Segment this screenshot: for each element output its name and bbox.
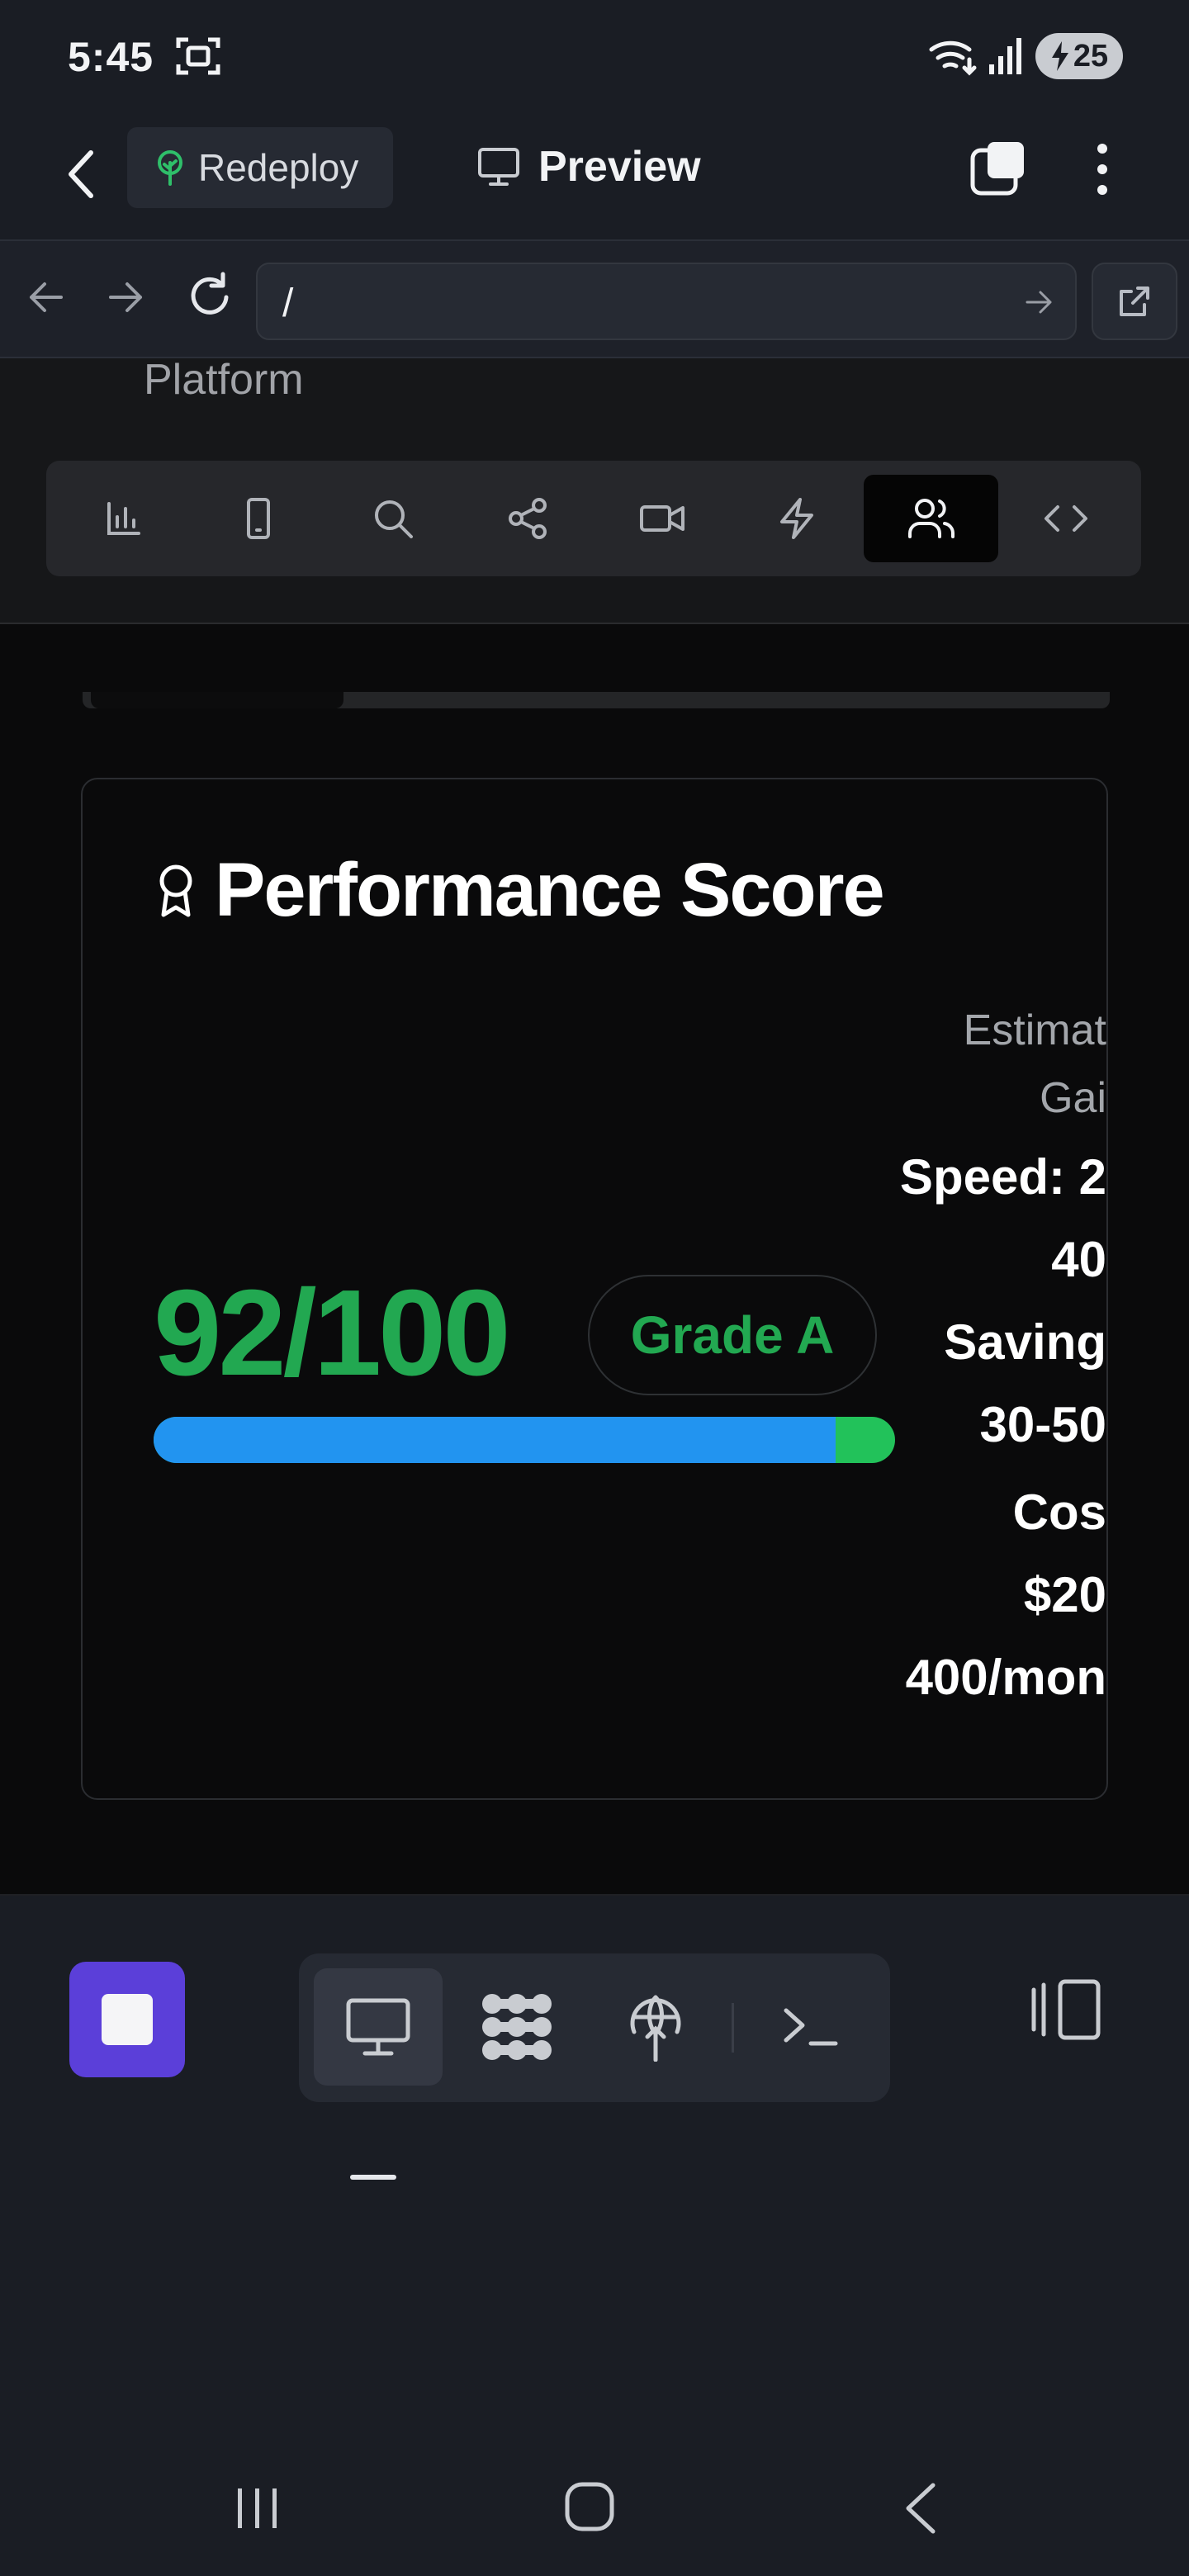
deploy-globe-icon[interactable]: [591, 1968, 720, 2086]
wifi-icon: [928, 36, 979, 76]
bar-chart-icon[interactable]: [56, 475, 191, 562]
chevron-left-icon[interactable]: [58, 147, 104, 201]
users-icon[interactable]: [864, 475, 998, 562]
grade-label: Grade A: [630, 1305, 835, 1365]
segment-divider: [732, 2003, 734, 2053]
card-title: Performance Score: [157, 847, 885, 934]
award-icon: [157, 864, 195, 918]
bottom-toolbar: [0, 1896, 1189, 2204]
tabs-icon[interactable]: [968, 139, 1027, 198]
estimated-gains: Estimat Gai Speed: 2 40 Saving 30-50 Cos…: [809, 999, 1106, 1719]
savings-line2: 30-50: [979, 1397, 1106, 1452]
savings-line1: Saving: [944, 1314, 1106, 1370]
arrow-right-small-icon[interactable]: [1024, 287, 1054, 317]
monitor-icon[interactable]: [314, 1968, 443, 2086]
url-input[interactable]: /: [256, 263, 1077, 340]
home-icon[interactable]: [563, 2480, 616, 2533]
share-icon[interactable]: [460, 475, 594, 562]
terminal-icon[interactable]: [746, 1968, 875, 2086]
recent-apps-icon[interactable]: [234, 2485, 281, 2531]
preview-label: Preview: [538, 143, 701, 191]
panel-toggle-icon[interactable]: [1027, 1978, 1101, 2041]
signal-icon: [988, 36, 1024, 76]
status-bar: 5:45 25: [0, 0, 1189, 111]
monitor-icon: [477, 147, 520, 187]
code-icon[interactable]: [998, 475, 1133, 562]
cost-line2: $20: [1023, 1567, 1106, 1622]
cost-line3: 400/mon: [905, 1650, 1106, 1705]
redeploy-label: Redeploy: [198, 146, 359, 189]
stop-button[interactable]: [69, 1962, 185, 2077]
app-header: Redeploy Preview: [0, 111, 1189, 239]
web-preview: Platform Performance Score 92/100 Grade …: [0, 356, 1189, 1896]
battery-charging-icon: 25: [1035, 33, 1123, 79]
arrow-left-icon[interactable]: [25, 276, 68, 319]
performance-score-card: Performance Score 92/100 Grade A Estimat…: [81, 778, 1108, 1800]
speed-line1: Speed: 2: [899, 1149, 1106, 1205]
arrow-right-icon[interactable]: [104, 276, 147, 319]
external-link-icon[interactable]: [1092, 263, 1177, 340]
feature-toolbar: [46, 461, 1141, 576]
cost-line1: Cos: [1012, 1485, 1106, 1540]
battery-level: 25: [1073, 38, 1109, 73]
gains-heading-line2: Gai: [1040, 1074, 1106, 1122]
score-value: 92/100: [154, 1265, 511, 1401]
zap-icon[interactable]: [729, 475, 864, 562]
gains-heading-line1: Estimat: [963, 1006, 1106, 1054]
url-bar: /: [0, 239, 1189, 358]
section-label: Platform: [144, 356, 304, 404]
back-icon[interactable]: [902, 2482, 938, 2535]
redeploy-button[interactable]: Redeploy: [127, 127, 393, 208]
score-progress-bar: [154, 1417, 895, 1463]
more-vertical-icon[interactable]: [1082, 139, 1123, 200]
stop-icon: [102, 1994, 153, 2045]
smartphone-icon[interactable]: [191, 475, 325, 562]
page-header: Platform: [0, 356, 1189, 624]
tree-icon: [155, 149, 185, 186]
preview-tab[interactable]: Preview: [477, 137, 701, 197]
view-switcher: [299, 1953, 890, 2102]
grid-apps-icon[interactable]: [452, 1968, 581, 2086]
screenshot-icon: [175, 35, 221, 78]
active-segment-indicator: [350, 2175, 396, 2180]
video-icon[interactable]: [594, 475, 729, 562]
speed-line2: 40: [1051, 1232, 1106, 1287]
card-title-text: Performance Score: [215, 848, 885, 932]
status-time: 5:45: [68, 34, 154, 80]
url-text: /: [282, 282, 294, 325]
scrollbar-thumb[interactable]: [91, 692, 343, 708]
search-icon[interactable]: [325, 475, 460, 562]
score-progress-fill: [154, 1417, 836, 1463]
horizontal-scrollbar[interactable]: [83, 692, 1110, 708]
reload-icon[interactable]: [187, 271, 233, 320]
